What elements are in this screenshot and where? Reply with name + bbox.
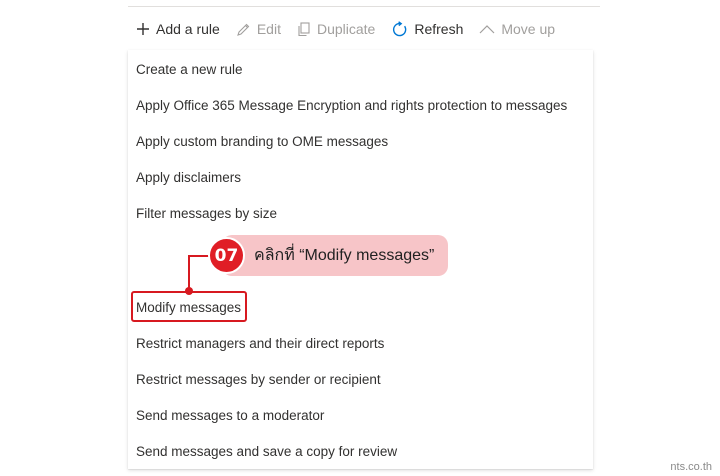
refresh-button[interactable]: Refresh (383, 14, 471, 44)
top-divider (128, 6, 600, 7)
duplicate-button[interactable]: Duplicate (289, 14, 383, 44)
duplicate-label: Duplicate (316, 21, 376, 37)
menu-item-label: Send messages to a moderator (136, 407, 325, 423)
watermark: nts.co.th (670, 461, 712, 473)
edit-label: Edit (256, 21, 281, 37)
chevron-up-icon (479, 25, 495, 34)
menu-item-apply-disclaimers[interactable]: Apply disclaimers (128, 159, 593, 195)
add-rule-button[interactable]: Add a rule (128, 14, 228, 44)
callout-connector-dot (185, 287, 193, 295)
menu-item-create-new-rule[interactable]: Create a new rule (128, 51, 593, 87)
highlight-box-modify-messages (131, 291, 247, 322)
menu-item-send-to-moderator[interactable]: Send messages to a moderator (128, 397, 593, 433)
menu-item-label: Apply Office 365 Message Encryption and … (136, 97, 568, 113)
menu-item-label: Apply disclaimers (136, 169, 242, 185)
menu-item-apply-custom-branding[interactable]: Apply custom branding to OME messages (128, 123, 593, 159)
menu-item-label: Create a new rule (136, 61, 243, 77)
pencil-icon (236, 23, 250, 36)
command-toolbar: Add a rule Edit Duplicate Refresh Move u… (128, 14, 563, 44)
menu-item-send-and-save-copy[interactable]: Send messages and save a copy for review (128, 433, 593, 469)
move-up-button[interactable]: Move up (471, 14, 563, 44)
edit-button[interactable]: Edit (228, 14, 289, 44)
menu-item-apply-ome-encryption[interactable]: Apply Office 365 Message Encryption and … (128, 87, 593, 123)
copy-icon (298, 21, 310, 36)
menu-item-label: Send messages and save a copy for review (136, 443, 398, 459)
instruction-text: คลิกที่ “Modify messages” (254, 247, 435, 264)
add-rule-label: Add a rule (156, 21, 220, 37)
menu-item-restrict-managers[interactable]: Restrict managers and their direct repor… (128, 325, 593, 361)
refresh-icon (393, 20, 407, 36)
menu-item-label: Filter messages by size (136, 205, 278, 221)
instruction-callout: คลิกที่ “Modify messages” (222, 235, 448, 276)
callout-connector-line (188, 256, 190, 291)
menu-item-label: Restrict managers and their direct repor… (136, 335, 385, 351)
callout-connector-line (188, 255, 210, 257)
refresh-label: Refresh (414, 21, 464, 37)
move-up-label: Move up (501, 21, 556, 37)
plus-icon (137, 23, 149, 35)
step-number: 07 (214, 245, 239, 266)
menu-item-filter-by-size[interactable]: Filter messages by size (128, 195, 593, 231)
menu-item-label: Restrict messages by sender or recipient (136, 371, 381, 387)
menu-item-restrict-sender-recipient[interactable]: Restrict messages by sender or recipient (128, 361, 593, 397)
menu-item-label: Apply custom branding to OME messages (136, 133, 389, 149)
step-number-badge: 07 (208, 237, 245, 274)
